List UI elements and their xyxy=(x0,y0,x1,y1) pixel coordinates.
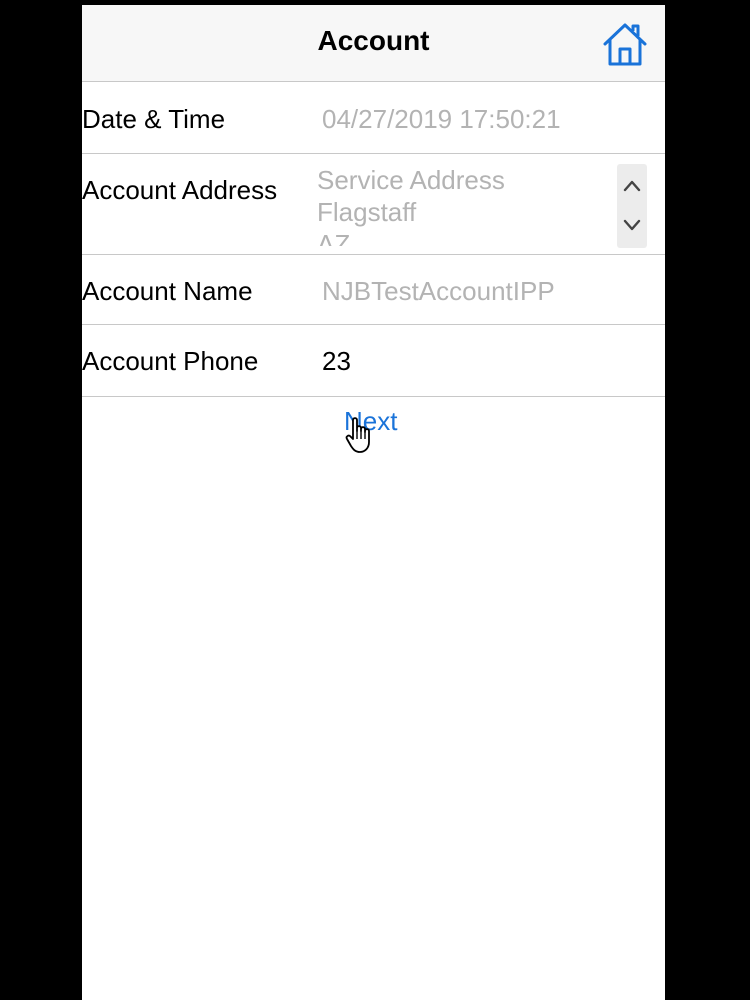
hand-cursor-icon xyxy=(345,417,370,453)
address-line: Flagstaff xyxy=(317,197,417,227)
phone-label: Account Phone xyxy=(82,346,259,376)
chevron-down-icon[interactable] xyxy=(622,215,642,235)
name-row: Account Name NJBTestAccountIPP xyxy=(82,255,665,325)
home-icon xyxy=(603,23,647,66)
address-line: Service Address xyxy=(317,165,505,195)
address-scrollbar[interactable] xyxy=(617,164,647,248)
datetime-label: Date & Time xyxy=(82,104,226,134)
datetime-field[interactable]: 04/27/2019 17:50:21 xyxy=(322,104,561,135)
address-label: Account Address xyxy=(82,175,278,205)
phone-row: Account Phone 23 xyxy=(82,325,665,397)
chevron-up-icon[interactable] xyxy=(622,176,642,196)
phone-field[interactable]: 23 xyxy=(322,346,351,377)
address-row: Account Address Service Address Flagstaf… xyxy=(82,154,665,255)
name-field[interactable]: NJBTestAccountIPP xyxy=(322,276,555,307)
name-label: Account Name xyxy=(82,276,253,306)
header-bar: Account xyxy=(82,5,665,82)
address-line: AZ xyxy=(317,229,351,246)
address-textarea[interactable]: Service Address Flagstaff AZ xyxy=(317,164,647,246)
account-screen: Account Date & Time 04/27/2019 17:50:21 … xyxy=(82,5,665,1000)
home-button[interactable] xyxy=(601,20,649,68)
datetime-row: Date & Time 04/27/2019 17:50:21 xyxy=(82,82,665,154)
page-title: Account xyxy=(317,25,430,56)
